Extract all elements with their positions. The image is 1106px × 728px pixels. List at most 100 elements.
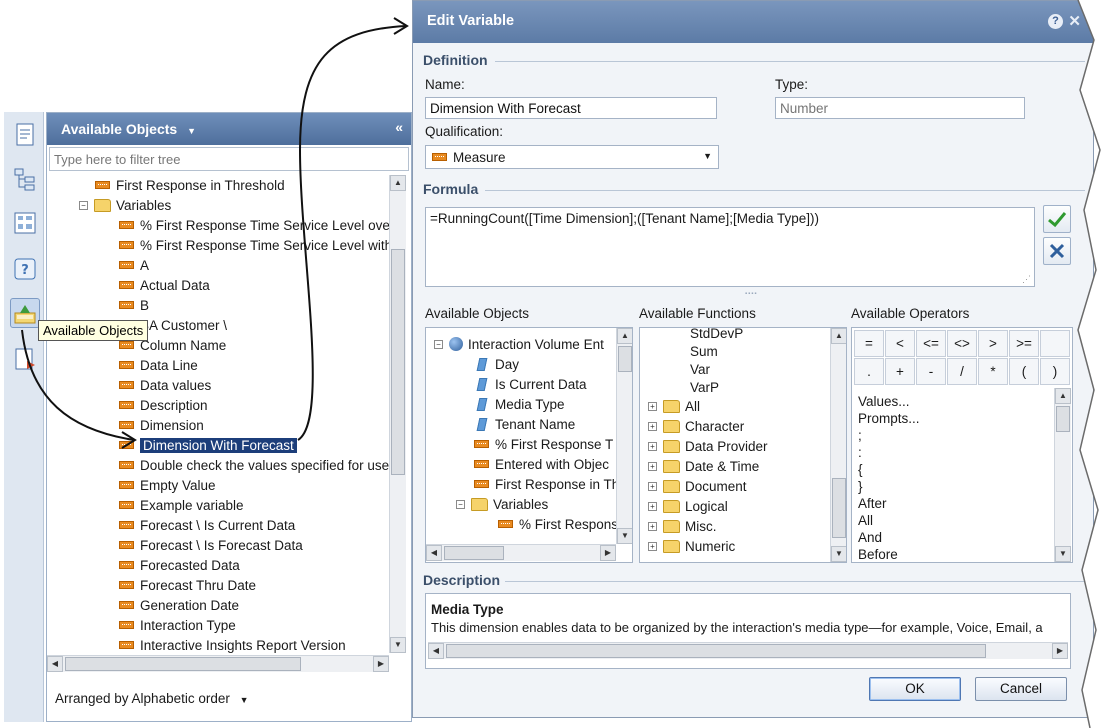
operator-button[interactable]: ): [1040, 358, 1070, 385]
filter-tree-input[interactable]: [49, 147, 409, 171]
expand-toggle-icon[interactable]: +: [648, 461, 657, 471]
operator-button[interactable]: <=: [916, 330, 946, 357]
object-item[interactable]: % First Response T: [474, 434, 613, 454]
tree-item[interactable]: Dimension With Forecast: [119, 435, 297, 455]
tree-item[interactable]: Empty Value: [119, 475, 216, 495]
description-horizontal-scrollbar[interactable]: ◀ ▶: [428, 642, 1068, 659]
function-group-item[interactable]: + Data Provider: [648, 436, 768, 456]
scroll-up-icon[interactable]: ▲: [617, 328, 632, 344]
expand-toggle-icon[interactable]: +: [648, 501, 657, 511]
operator-button[interactable]: >=: [1009, 330, 1039, 357]
type-field[interactable]: [775, 97, 1025, 119]
formula-editor[interactable]: =RunningCount([Time Dimension];([Tenant …: [425, 207, 1035, 287]
operator-button[interactable]: [1040, 330, 1070, 357]
ok-button[interactable]: OK: [869, 677, 961, 701]
tree-item[interactable]: Interaction Type: [119, 615, 236, 635]
cancel-button[interactable]: Cancel: [975, 677, 1067, 701]
tree-item[interactable]: First Response in Threshold: [95, 175, 285, 195]
resize-grip-icon[interactable]: ⋰: [1022, 274, 1031, 285]
tree-item[interactable]: Example variable: [119, 495, 244, 515]
collapse-toggle-icon[interactable]: −: [434, 339, 443, 349]
sort-order-selector[interactable]: Arranged by Alphabetic order ▼: [55, 691, 249, 706]
scroll-down-icon[interactable]: ▼: [831, 546, 846, 562]
tree-item[interactable]: Double check the values specified for us…: [119, 455, 389, 475]
operator-button[interactable]: <>: [947, 330, 977, 357]
objects-horizontal-scrollbar[interactable]: ◀ ▶: [426, 544, 616, 561]
scroll-left-icon[interactable]: ◀: [428, 643, 444, 659]
scroll-thumb[interactable]: [832, 478, 846, 538]
function-group-item[interactable]: + All: [648, 396, 700, 416]
tree-item[interactable]: Generation Date: [119, 595, 239, 615]
close-icon[interactable]: ✕: [1068, 12, 1081, 30]
help-icon[interactable]: ?: [1048, 14, 1063, 29]
expand-toggle-icon[interactable]: +: [648, 421, 657, 431]
scroll-thumb[interactable]: [446, 644, 986, 658]
object-item[interactable]: − Interaction Volume Ent: [434, 334, 604, 354]
tree-item[interactable]: Dimension: [119, 415, 204, 435]
operator-button[interactable]: -: [916, 358, 946, 385]
tree-item[interactable]: B: [119, 295, 149, 315]
expand-toggle-icon[interactable]: +: [648, 541, 657, 551]
function-group-item[interactable]: + Logical: [648, 496, 728, 516]
operators-vertical-scrollbar[interactable]: ▲ ▼: [1054, 388, 1071, 562]
tree-horizontal-scrollbar[interactable]: ◀ ▶: [47, 655, 389, 672]
help-icon[interactable]: ?: [10, 254, 40, 284]
tree-item[interactable]: Forecast \ Is Forecast Data: [119, 535, 303, 555]
tree-item[interactable]: Description: [119, 395, 208, 415]
expand-toggle-icon[interactable]: +: [648, 481, 657, 491]
tree-item[interactable]: Forecasted Data: [119, 555, 240, 575]
operator-button[interactable]: /: [947, 358, 977, 385]
scroll-up-icon[interactable]: ▲: [1055, 388, 1071, 404]
operator-button[interactable]: =: [854, 330, 884, 357]
object-item[interactable]: First Response in Th: [474, 474, 616, 494]
collapse-panel-icon[interactable]: «: [395, 119, 403, 135]
scroll-thumb[interactable]: [391, 249, 405, 475]
function-group-item[interactable]: + Character: [648, 416, 744, 436]
operator-item[interactable]: Prompts...: [858, 408, 920, 428]
function-group-item[interactable]: + Date & Time: [648, 456, 759, 476]
clear-formula-button[interactable]: [1043, 237, 1071, 265]
operator-button[interactable]: (: [1009, 358, 1039, 385]
scroll-thumb[interactable]: [1056, 406, 1070, 432]
scroll-left-icon[interactable]: ◀: [47, 656, 63, 672]
tree-icon[interactable]: [10, 164, 40, 194]
expand-toggle-icon[interactable]: +: [648, 521, 657, 531]
tree-item[interactable]: % First Response Time Service Level with: [119, 235, 389, 255]
function-group-item[interactable]: + Document: [648, 476, 747, 496]
header-dropdown-icon[interactable]: ▼: [187, 126, 196, 136]
available-objects-header[interactable]: Available Objects ▼ «: [47, 113, 411, 145]
scroll-up-icon[interactable]: ▲: [831, 328, 846, 344]
tree-item[interactable]: Interactive Insights Report Version: [119, 635, 346, 653]
operator-item[interactable]: Before: [858, 544, 898, 562]
tree-item[interactable]: Forecast Thru Date: [119, 575, 256, 595]
name-field[interactable]: [425, 97, 717, 119]
function-group-item[interactable]: + Misc.: [648, 516, 717, 536]
tree-item[interactable]: Forecast \ Is Current Data: [119, 515, 295, 535]
tree-vertical-scrollbar[interactable]: ▲ ▼: [389, 175, 406, 653]
available-objects-icon[interactable]: [10, 298, 40, 328]
scroll-thumb[interactable]: [65, 657, 301, 671]
scroll-right-icon[interactable]: ▶: [373, 656, 389, 672]
tree-item[interactable]: Actual Data: [119, 275, 210, 295]
object-item[interactable]: Media Type: [476, 394, 565, 414]
validate-formula-button[interactable]: [1043, 205, 1071, 233]
tree-item[interactable]: A: [119, 255, 149, 275]
operator-button[interactable]: .: [854, 358, 884, 385]
function-item[interactable]: Var: [690, 359, 710, 379]
function-item[interactable]: VarP: [690, 377, 719, 397]
objects-vertical-scrollbar[interactable]: ▲ ▼: [616, 328, 632, 544]
report-icon[interactable]: [10, 120, 40, 150]
collapse-toggle-icon[interactable]: −: [79, 200, 88, 210]
collapse-toggle-icon[interactable]: −: [456, 499, 465, 509]
scroll-down-icon[interactable]: ▼: [617, 528, 632, 544]
scroll-thumb[interactable]: [618, 346, 632, 372]
splitter-grip[interactable]: ▪▪▪▪: [745, 291, 758, 297]
scroll-thumb[interactable]: [444, 546, 504, 560]
scroll-up-icon[interactable]: ▲: [390, 175, 406, 191]
object-item[interactable]: Entered with Objec: [474, 454, 609, 474]
expand-toggle-icon[interactable]: +: [648, 401, 657, 411]
object-item[interactable]: % First Respons: [498, 514, 616, 534]
functions-vertical-scrollbar[interactable]: ▲ ▼: [830, 328, 846, 562]
tree-item[interactable]: Data values: [119, 375, 211, 395]
object-item[interactable]: − Variables: [456, 494, 548, 514]
